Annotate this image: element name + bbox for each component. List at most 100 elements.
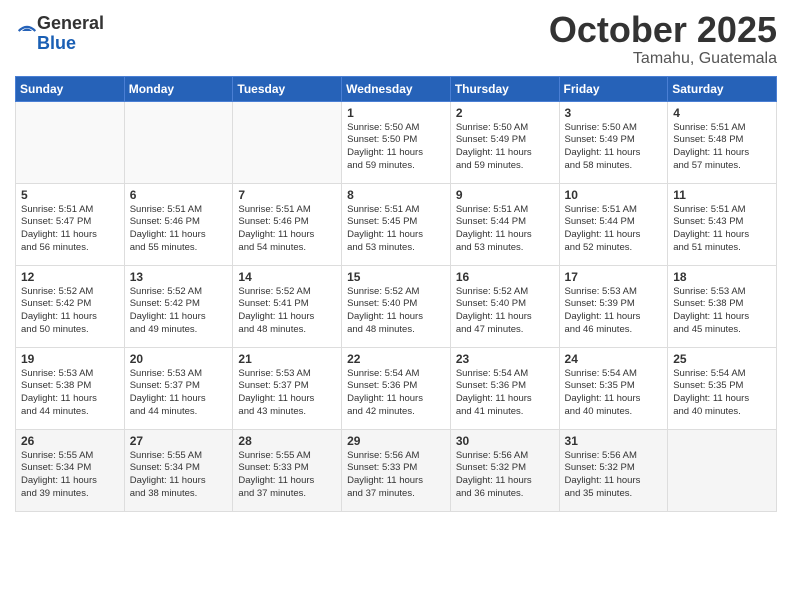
cell-info: Sunrise: 5:52 AM Sunset: 5:40 PM Dayligh… — [347, 286, 445, 337]
day-number: 8 — [347, 188, 445, 202]
day-number: 4 — [673, 106, 771, 120]
table-row: 25 Sunrise: 5:54 AM Sunset: 5:35 PM Dayli… — [668, 347, 777, 429]
cell-info: Sunrise: 5:53 AM Sunset: 5:38 PM Dayligh… — [21, 368, 119, 419]
cell-info: Sunrise: 5:54 AM Sunset: 5:36 PM Dayligh… — [347, 368, 445, 419]
table-row: 16 Sunrise: 5:52 AM Sunset: 5:40 PM Dayli… — [450, 265, 559, 347]
cell-info: Sunrise: 5:51 AM Sunset: 5:45 PM Dayligh… — [347, 204, 445, 255]
col-thursday: Thursday — [450, 76, 559, 101]
day-number: 29 — [347, 434, 445, 448]
cell-info: Sunrise: 5:52 AM Sunset: 5:40 PM Dayligh… — [456, 286, 554, 337]
table-row: 9 Sunrise: 5:51 AM Sunset: 5:44 PM Daylig… — [450, 183, 559, 265]
table-row — [16, 101, 125, 183]
table-row: 24 Sunrise: 5:54 AM Sunset: 5:35 PM Dayli… — [559, 347, 668, 429]
table-row: 5Sunrise: 5:51 AM Sunset: 5:47 PM Daylig… — [16, 183, 125, 265]
table-row: 22 Sunrise: 5:54 AM Sunset: 5:36 PM Dayli… — [342, 347, 451, 429]
day-number: 30 — [456, 434, 554, 448]
table-row: 17 Sunrise: 5:53 AM Sunset: 5:39 PM Dayli… — [559, 265, 668, 347]
calendar-week-row: 12 Sunrise: 5:52 AM Sunset: 5:42 PM Dayli… — [16, 265, 777, 347]
weekday-header-row: Sunday Monday Tuesday Wednesday Thursday… — [16, 76, 777, 101]
logo-blue: Blue — [37, 33, 76, 53]
col-wednesday: Wednesday — [342, 76, 451, 101]
cell-info: Sunrise: 5:55 AM Sunset: 5:34 PM Dayligh… — [130, 450, 228, 501]
logo-text: General Blue — [37, 14, 104, 54]
col-tuesday: Tuesday — [233, 76, 342, 101]
day-number: 21 — [238, 352, 336, 366]
logo-general: General — [37, 13, 104, 33]
day-number: 31 — [565, 434, 663, 448]
day-number: 17 — [565, 270, 663, 284]
day-number: 22 — [347, 352, 445, 366]
day-number: 6 — [130, 188, 228, 202]
day-number: 2 — [456, 106, 554, 120]
table-row: 2 Sunrise: 5:50 AM Sunset: 5:49 PM Daylig… — [450, 101, 559, 183]
table-row: 18 Sunrise: 5:53 AM Sunset: 5:38 PM Dayli… — [668, 265, 777, 347]
day-number: 28 — [238, 434, 336, 448]
table-row: 12 Sunrise: 5:52 AM Sunset: 5:42 PM Dayli… — [16, 265, 125, 347]
day-number: 11 — [673, 188, 771, 202]
day-number: 25 — [673, 352, 771, 366]
day-number: 14 — [238, 270, 336, 284]
cell-info: Sunrise: 5:50 AM Sunset: 5:49 PM Dayligh… — [456, 122, 554, 173]
table-row: 30 Sunrise: 5:56 AM Sunset: 5:32 PM Dayli… — [450, 429, 559, 511]
table-row: 14Sunrise: 5:52 AM Sunset: 5:41 PM Dayli… — [233, 265, 342, 347]
cell-info: Sunrise: 5:54 AM Sunset: 5:35 PM Dayligh… — [565, 368, 663, 419]
cell-info: Sunrise: 5:51 AM Sunset: 5:46 PM Dayligh… — [238, 204, 336, 255]
table-row: 20Sunrise: 5:53 AM Sunset: 5:37 PM Dayli… — [124, 347, 233, 429]
day-number: 27 — [130, 434, 228, 448]
cell-info: Sunrise: 5:50 AM Sunset: 5:49 PM Dayligh… — [565, 122, 663, 173]
cell-info: Sunrise: 5:55 AM Sunset: 5:34 PM Dayligh… — [21, 450, 119, 501]
header: General Blue October 2025 Tamahu, Guatem… — [15, 10, 777, 68]
cell-info: Sunrise: 5:53 AM Sunset: 5:38 PM Dayligh… — [673, 286, 771, 337]
cell-info: Sunrise: 5:53 AM Sunset: 5:39 PM Dayligh… — [565, 286, 663, 337]
day-number: 9 — [456, 188, 554, 202]
cell-info: Sunrise: 5:54 AM Sunset: 5:36 PM Dayligh… — [456, 368, 554, 419]
col-friday: Friday — [559, 76, 668, 101]
cell-info: Sunrise: 5:51 AM Sunset: 5:48 PM Dayligh… — [673, 122, 771, 173]
table-row: 13Sunrise: 5:52 AM Sunset: 5:42 PM Dayli… — [124, 265, 233, 347]
col-monday: Monday — [124, 76, 233, 101]
title-block: October 2025 Tamahu, Guatemala — [549, 10, 777, 68]
cell-info: Sunrise: 5:51 AM Sunset: 5:46 PM Dayligh… — [130, 204, 228, 255]
calendar-week-row: 19 Sunrise: 5:53 AM Sunset: 5:38 PM Dayli… — [16, 347, 777, 429]
month-title: October 2025 — [549, 10, 777, 50]
table-row: 10Sunrise: 5:51 AM Sunset: 5:44 PM Dayli… — [559, 183, 668, 265]
location: Tamahu, Guatemala — [549, 50, 777, 68]
table-row: 1Sunrise: 5:50 AM Sunset: 5:50 PM Daylig… — [342, 101, 451, 183]
calendar-page: General Blue October 2025 Tamahu, Guatem… — [0, 0, 792, 612]
calendar-table: Sunday Monday Tuesday Wednesday Thursday… — [15, 76, 777, 512]
table-row: 15 Sunrise: 5:52 AM Sunset: 5:40 PM Dayli… — [342, 265, 451, 347]
cell-info: Sunrise: 5:51 AM Sunset: 5:44 PM Dayligh… — [456, 204, 554, 255]
cell-info: Sunrise: 5:54 AM Sunset: 5:35 PM Dayligh… — [673, 368, 771, 419]
day-number: 23 — [456, 352, 554, 366]
logo-icon — [17, 21, 37, 41]
day-number: 15 — [347, 270, 445, 284]
table-row: 11Sunrise: 5:51 AM Sunset: 5:43 PM Dayli… — [668, 183, 777, 265]
table-row: 6 Sunrise: 5:51 AM Sunset: 5:46 PM Daylig… — [124, 183, 233, 265]
table-row: 29 Sunrise: 5:56 AM Sunset: 5:33 PM Dayli… — [342, 429, 451, 511]
day-number: 1 — [347, 106, 445, 120]
day-number: 12 — [21, 270, 119, 284]
table-row: 28Sunrise: 5:55 AM Sunset: 5:33 PM Dayli… — [233, 429, 342, 511]
table-row: 4 Sunrise: 5:51 AM Sunset: 5:48 PM Daylig… — [668, 101, 777, 183]
day-number: 7 — [238, 188, 336, 202]
day-number: 24 — [565, 352, 663, 366]
cell-info: Sunrise: 5:51 AM Sunset: 5:47 PM Dayligh… — [21, 204, 119, 255]
table-row: 26Sunrise: 5:55 AM Sunset: 5:34 PM Dayli… — [16, 429, 125, 511]
day-number: 19 — [21, 352, 119, 366]
cell-info: Sunrise: 5:52 AM Sunset: 5:42 PM Dayligh… — [21, 286, 119, 337]
calendar-week-row: 5Sunrise: 5:51 AM Sunset: 5:47 PM Daylig… — [16, 183, 777, 265]
calendar-week-row: 26Sunrise: 5:55 AM Sunset: 5:34 PM Dayli… — [16, 429, 777, 511]
cell-info: Sunrise: 5:56 AM Sunset: 5:33 PM Dayligh… — [347, 450, 445, 501]
table-row — [233, 101, 342, 183]
table-row: 23 Sunrise: 5:54 AM Sunset: 5:36 PM Dayli… — [450, 347, 559, 429]
table-row: 21Sunrise: 5:53 AM Sunset: 5:37 PM Dayli… — [233, 347, 342, 429]
day-number: 18 — [673, 270, 771, 284]
cell-info: Sunrise: 5:56 AM Sunset: 5:32 PM Dayligh… — [456, 450, 554, 501]
table-row: 8 Sunrise: 5:51 AM Sunset: 5:45 PM Daylig… — [342, 183, 451, 265]
table-row: 19 Sunrise: 5:53 AM Sunset: 5:38 PM Dayli… — [16, 347, 125, 429]
table-row: 31Sunrise: 5:56 AM Sunset: 5:32 PM Dayli… — [559, 429, 668, 511]
cell-info: Sunrise: 5:52 AM Sunset: 5:42 PM Dayligh… — [130, 286, 228, 337]
day-number: 16 — [456, 270, 554, 284]
table-row: 27 Sunrise: 5:55 AM Sunset: 5:34 PM Dayli… — [124, 429, 233, 511]
table-row: 3Sunrise: 5:50 AM Sunset: 5:49 PM Daylig… — [559, 101, 668, 183]
